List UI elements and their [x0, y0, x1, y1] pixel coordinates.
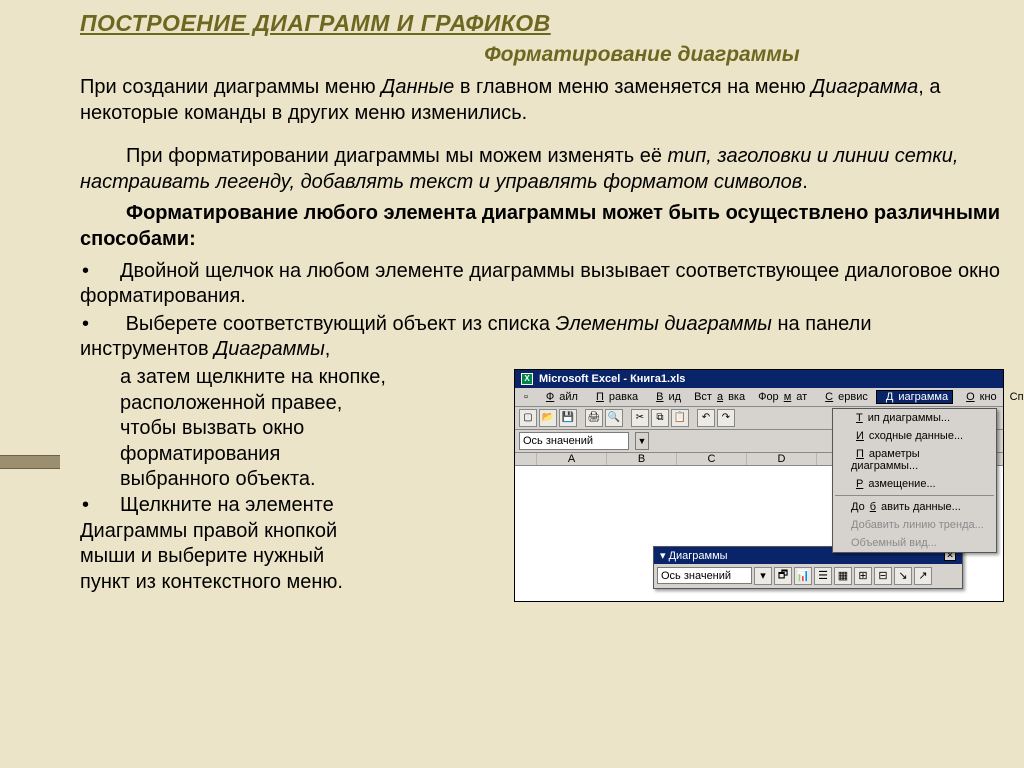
save-icon[interactable]: 💾: [559, 409, 577, 427]
p1-text-b: в главном меню заменяется на меню: [454, 76, 811, 98]
dropdown-type[interactable]: Тип диаграммы...: [833, 409, 996, 427]
format-object-icon[interactable]: 🗗: [774, 567, 792, 585]
paragraph-1: При создании диаграммы меню Данные в гла…: [80, 75, 1004, 126]
line-7: мыши и выберите нужный: [80, 544, 508, 570]
p2-text-b: .: [802, 171, 808, 193]
bullet-1-text: Двойной щелчок на любом элементе диаграм…: [80, 260, 1000, 308]
menu-file[interactable]: ФФайлайл: [536, 390, 583, 404]
namebox-input[interactable]: [519, 432, 629, 450]
dropdown-add-data[interactable]: Добавить данные...: [833, 498, 996, 516]
slide-content: ПОСТРОЕНИЕ ДИАГРАММ И ГРАФИКОВ Форматиро…: [60, 0, 1024, 602]
open-icon[interactable]: 📂: [539, 409, 557, 427]
chart-type-icon[interactable]: 📊: [794, 567, 812, 585]
lower-section: а затем щелкните на кнопке, расположенно…: [80, 365, 1004, 602]
line-6: Диаграммы правой кнопкой: [80, 519, 508, 545]
b2-text-c: ,: [325, 338, 331, 360]
by-row-icon[interactable]: ⊞: [854, 567, 872, 585]
cut-icon[interactable]: ✂: [631, 409, 649, 427]
excel-app-icon: X: [521, 373, 533, 385]
line-1: а затем щелкните на кнопке,: [80, 365, 508, 391]
angle-down-icon[interactable]: ↘: [894, 567, 912, 585]
col-blank[interactable]: [515, 453, 537, 465]
excel-title-text: Microsoft Excel - Книга1.xls: [539, 373, 685, 385]
new-icon[interactable]: ▢: [519, 409, 537, 427]
p1-italic-1: Данные: [381, 76, 454, 98]
excel-window: X Microsoft Excel - Книга1.xls ▫ ФФайлай…: [514, 369, 1004, 602]
menu-window[interactable]: Окно: [956, 390, 1002, 404]
data-table-icon[interactable]: ▦: [834, 567, 852, 585]
b2-italic-1: Элементы диаграммы: [556, 313, 772, 335]
namebox-dropdown-icon[interactable]: ▼: [635, 432, 649, 450]
p2-text-a: При форматировании диаграммы мы можем из…: [126, 145, 668, 167]
copy-icon[interactable]: ⧉: [651, 409, 669, 427]
menu-help[interactable]: Справка: [1005, 390, 1024, 404]
paragraph-2: При форматировании диаграммы мы можем из…: [80, 144, 1004, 195]
chart-toolbar-title-text: Диаграммы: [669, 550, 728, 562]
col-d[interactable]: D: [747, 453, 817, 465]
chart-dropdown-icon[interactable]: ▾: [754, 567, 772, 585]
preview-icon[interactable]: 🔍: [605, 409, 623, 427]
legend-icon[interactable]: ☰: [814, 567, 832, 585]
menu-diagram[interactable]: Диаграмма: [876, 390, 953, 404]
bullet-1: Двойной щелчок на любом элементе диаграм…: [80, 259, 1004, 310]
menu-edit[interactable]: Правка: [586, 390, 643, 404]
menu-insert[interactable]: Вставка: [689, 390, 750, 404]
dropdown-add-trend: Добавить линию тренда...: [833, 516, 996, 534]
excel-titlebar[interactable]: X Microsoft Excel - Книга1.xls: [515, 370, 1003, 388]
line-5: выбранного объекта.: [80, 467, 508, 493]
bullet-2: Выберете соответствующий объект из списк…: [80, 312, 1004, 363]
bullet-3: Щелкните на элементе: [80, 493, 508, 519]
menubar-doc-icon: ▫: [519, 390, 533, 404]
b2-italic-2: Диаграммы: [214, 338, 325, 360]
line-2: расположенной правее,: [80, 391, 508, 417]
diagram-dropdown: Тип диаграммы... Исходные данные... Пара…: [832, 408, 997, 553]
by-column-icon[interactable]: ⊟: [874, 567, 892, 585]
col-a[interactable]: A: [537, 453, 607, 465]
paste-icon[interactable]: 📋: [671, 409, 689, 427]
line-3: чтобы вызвать окно: [80, 416, 508, 442]
lower-text: а затем щелкните на кнопке, расположенно…: [80, 365, 508, 595]
b2-text-a: Выберете соответствующий объект из списк…: [126, 313, 556, 335]
menu-view[interactable]: Вид: [646, 390, 686, 404]
col-b[interactable]: B: [607, 453, 677, 465]
p1-italic-2: Диаграмма: [811, 76, 918, 98]
dropdown-place[interactable]: Размещение...: [833, 475, 996, 493]
chart-toolbar-body: ▾ 🗗 📊 ☰ ▦ ⊞ ⊟ ↘ ↗: [654, 564, 962, 588]
menu-tools[interactable]: Сервис: [815, 390, 873, 404]
page-subtitle: Форматирование диаграммы: [280, 43, 1004, 67]
menu-format[interactable]: Формат: [753, 390, 812, 404]
dropdown-volume: Объемный вид...: [833, 534, 996, 552]
angle-up-icon[interactable]: ↗: [914, 567, 932, 585]
dropdown-params[interactable]: Параметры диаграммы...: [833, 445, 996, 475]
print-icon[interactable]: 🖨: [585, 409, 603, 427]
bullet-3-text: Щелкните на элементе: [120, 494, 334, 516]
undo-icon[interactable]: ↶: [697, 409, 715, 427]
side-stripe: [0, 455, 60, 469]
p1-text-a: При создании диаграммы меню: [80, 76, 381, 98]
dropdown-source[interactable]: Исходные данные...: [833, 427, 996, 445]
chart-object-input[interactable]: [657, 567, 752, 584]
paragraph-3: Форматирование любого элемента диаграммы…: [80, 201, 1004, 252]
excel-menubar: ▫ ФФайлайл Правка Вид Вставка Формат Сер…: [515, 388, 1003, 407]
redo-icon[interactable]: ↷: [717, 409, 735, 427]
col-c[interactable]: C: [677, 453, 747, 465]
line-4: форматирования: [80, 442, 508, 468]
line-8: пункт из контекстного меню.: [80, 570, 508, 596]
page-title: ПОСТРОЕНИЕ ДИАГРАММ И ГРАФИКОВ: [80, 10, 1004, 37]
